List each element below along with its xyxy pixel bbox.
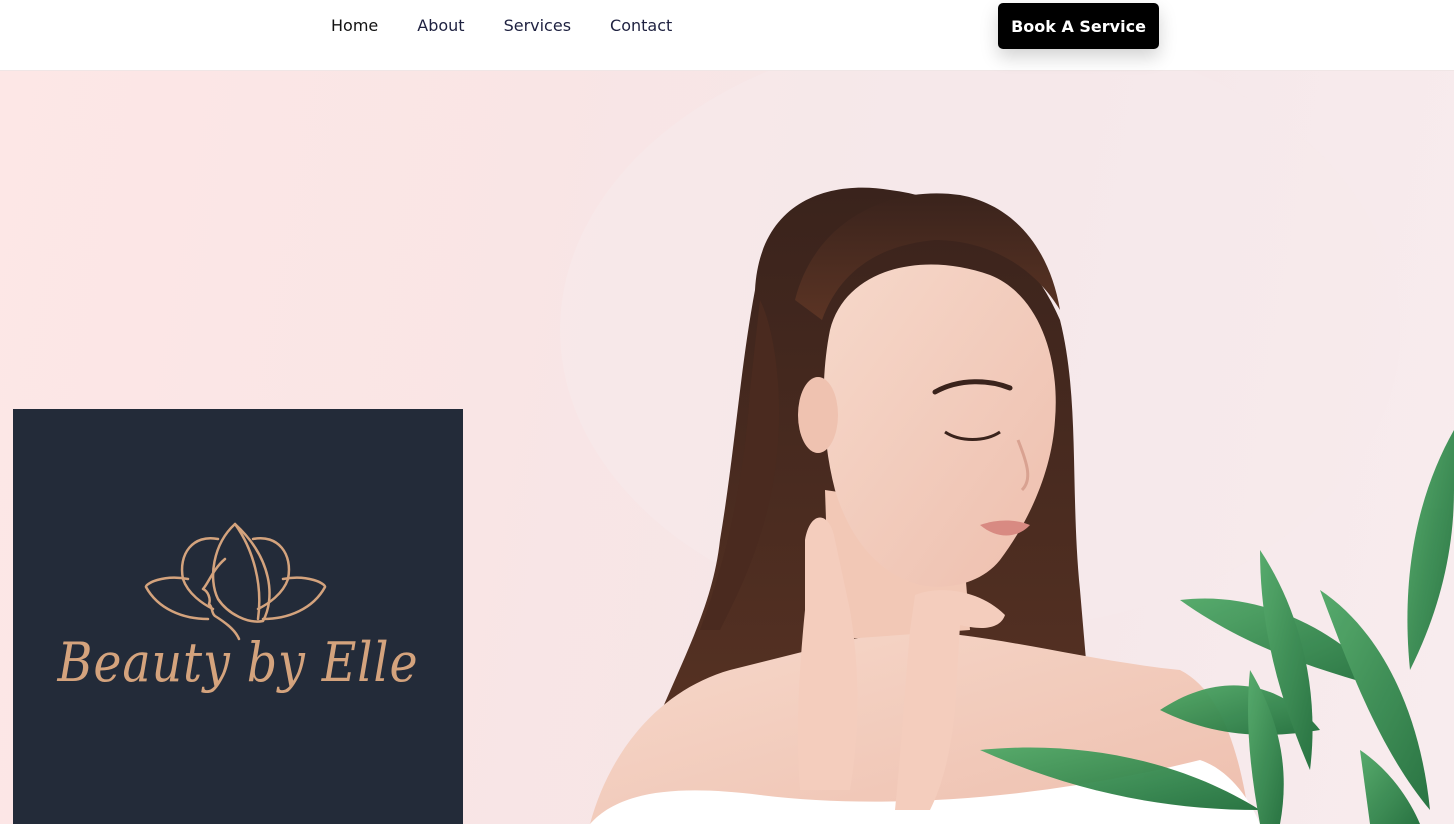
nav-link-services[interactable]: Services bbox=[504, 16, 571, 36]
page: Home About Services Contact Book A Servi… bbox=[0, 0, 1454, 824]
nav-link-home[interactable]: Home bbox=[331, 16, 378, 36]
main-nav: Home About Services Contact bbox=[331, 16, 711, 36]
book-a-service-button[interactable]: Book A Service bbox=[998, 3, 1159, 49]
brand-logo-card: Beauty by Elle bbox=[13, 409, 463, 824]
lotus-face-icon bbox=[144, 522, 327, 641]
site-header: Home About Services Contact Book A Servi… bbox=[0, 0, 1454, 71]
hero-section: Beauty by Elle bbox=[0, 70, 1454, 824]
nav-link-contact[interactable]: Contact bbox=[610, 16, 672, 36]
logo-text: Beauty by Elle bbox=[57, 631, 419, 694]
nav-link-about[interactable]: About bbox=[417, 16, 464, 36]
woman-portrait-with-plant-image bbox=[560, 70, 1454, 824]
